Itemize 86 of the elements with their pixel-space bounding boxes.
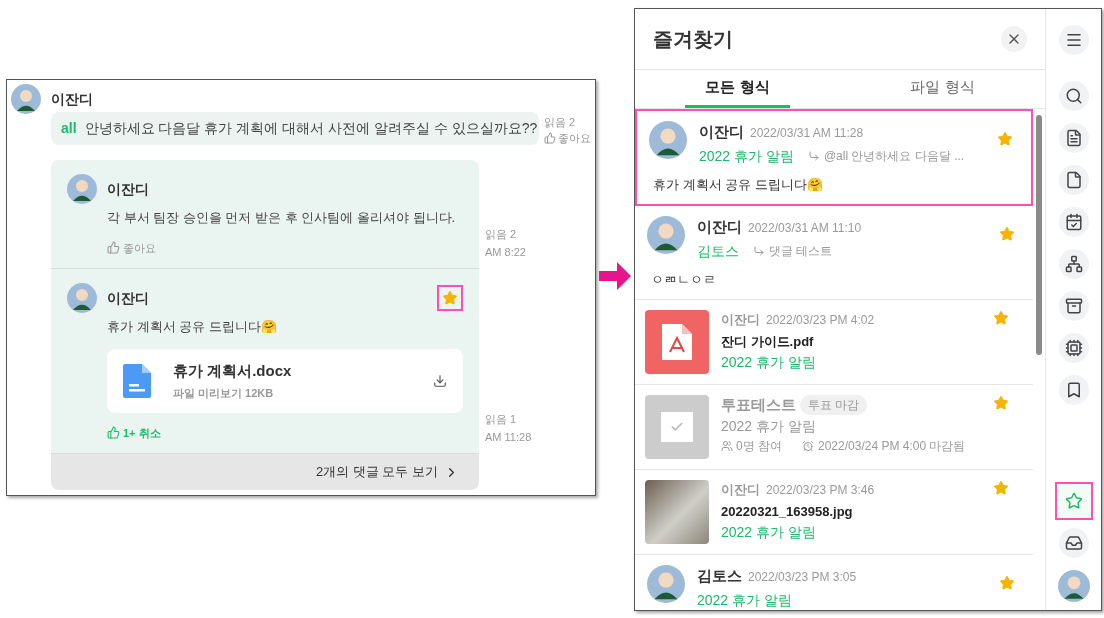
avatar-icon bbox=[647, 565, 685, 603]
star-icon[interactable] bbox=[993, 480, 1009, 496]
topic-name: 김토스 bbox=[697, 241, 739, 261]
scrollbar[interactable] bbox=[1036, 115, 1042, 355]
people-icon bbox=[721, 440, 733, 452]
reply-arrow-icon bbox=[753, 245, 765, 257]
comment-text: 휴가 계획서 공유 드립니다🤗 bbox=[107, 318, 278, 336]
quoted-text: @all 안녕하세요 다음달 ... bbox=[823, 148, 965, 165]
download-icon[interactable] bbox=[433, 373, 447, 388]
reply-arrow-icon bbox=[807, 150, 820, 162]
author-name: 이잔디 bbox=[697, 217, 742, 237]
thumbs-up-icon bbox=[107, 241, 120, 255]
timestamp: AM 11:28 bbox=[485, 430, 532, 445]
avatar-icon bbox=[11, 84, 41, 114]
favorite-message[interactable]: 이잔디 2022/03/31 AM 11:10 김토스 댓글 테스트 ㅇㄻㄴㅇㄹ bbox=[635, 206, 1033, 300]
timestamp: 2022/03/31 AM 11:10 bbox=[748, 220, 862, 237]
document-icon bbox=[123, 363, 151, 398]
avatar-icon bbox=[67, 174, 97, 204]
chip-icon[interactable] bbox=[1058, 333, 1089, 363]
pdf-thumbnail bbox=[645, 310, 709, 374]
bookmark-icon[interactable] bbox=[1058, 375, 1089, 405]
timestamp: 2022/03/23 PM 3:46 bbox=[766, 482, 875, 499]
tray-icon[interactable] bbox=[1058, 528, 1089, 558]
participant-count: 0명 참여 bbox=[736, 438, 782, 455]
favorite-message[interactable]: 이잔디 2022/03/31 AM 11:28 2022 휴가 알림 @all 안녕하세요 다음달 ... 휴가 계획서 공유 드립니다🤗 bbox=[635, 109, 1033, 206]
comment-text: 각 부서 팀장 승인을 먼저 받은 후 인사팀에 올리셔야 됩니다. bbox=[107, 209, 457, 227]
avatar-icon bbox=[647, 216, 685, 254]
author-name: 이잔디 bbox=[721, 481, 760, 499]
thumbs-up-icon bbox=[107, 426, 120, 440]
topic-name: 2022 휴가 알림 bbox=[699, 146, 794, 166]
star-icon[interactable] bbox=[997, 131, 1013, 147]
file-name: 휴가 계획서.docx bbox=[173, 361, 293, 381]
timestamp: AM 8:22 bbox=[485, 245, 526, 260]
author-name: 이잔디 bbox=[721, 311, 760, 329]
photo-placeholder bbox=[645, 480, 709, 544]
calendar-icon[interactable] bbox=[1058, 207, 1089, 237]
author-name: 이잔디 bbox=[51, 89, 93, 109]
topic-name: 2022 휴가 알림 bbox=[721, 417, 817, 436]
deadline: 2022/03/24 PM 4:00 마감됨 bbox=[818, 438, 966, 455]
pointer-arrow bbox=[599, 262, 631, 290]
message-text: 안녕하세요 다음달 휴가 계획에 대해서 사전에 알려주실 수 있으실까요?? bbox=[84, 119, 538, 138]
file-meta: 파일 미리보기 12KB bbox=[173, 385, 275, 401]
star-icon[interactable] bbox=[999, 226, 1015, 242]
favorite-message[interactable]: 김토스 2022/03/23 PM 3:05 2022 휴가 알림 bbox=[635, 555, 1033, 610]
quoted-text: 댓글 테스트 bbox=[769, 243, 833, 260]
file-icon[interactable] bbox=[1058, 165, 1089, 195]
search-icon[interactable] bbox=[1058, 81, 1089, 111]
star-icon[interactable] bbox=[993, 395, 1009, 411]
tab[interactable]: 파일 형식 bbox=[890, 70, 995, 108]
star-icon[interactable] bbox=[993, 310, 1009, 326]
avatar-icon bbox=[1057, 570, 1090, 602]
alarm-clock-icon bbox=[802, 440, 814, 452]
read-count: 읽음 1 bbox=[485, 412, 518, 427]
thumbs-up-icon bbox=[544, 132, 556, 144]
file-name: 20220321_163958.jpg bbox=[721, 503, 854, 521]
poll-thumbnail bbox=[645, 395, 709, 459]
timestamp: 2022/03/31 AM 11:28 bbox=[750, 125, 864, 142]
message-text: 휴가 계획서 공유 드립니다🤗 bbox=[652, 175, 824, 194]
author-name: 이잔디 bbox=[699, 122, 744, 142]
menu-icon[interactable] bbox=[1058, 25, 1089, 55]
timestamp: 2022/03/23 PM 4:02 bbox=[766, 312, 875, 329]
topic-name: 2022 휴가 알림 bbox=[721, 523, 817, 542]
note-icon[interactable] bbox=[1058, 123, 1089, 153]
file-name: 잔디 가이드.pdf bbox=[721, 333, 815, 351]
topic-name: 2022 휴가 알림 bbox=[697, 590, 792, 610]
drawer-icon[interactable] bbox=[1058, 291, 1089, 321]
avatar-icon bbox=[649, 121, 687, 159]
mention-tag: all bbox=[61, 118, 77, 139]
star-icon[interactable] bbox=[442, 290, 458, 306]
tab[interactable]: 모든 형식 bbox=[685, 70, 790, 108]
read-count: 읽음 2 bbox=[544, 115, 577, 130]
avatar-icon bbox=[67, 283, 97, 313]
panel-title: 즐겨찾기 bbox=[653, 27, 733, 52]
network-icon[interactable] bbox=[1058, 249, 1089, 279]
read-count: 읽음 2 bbox=[485, 227, 518, 242]
view-all-comments-button[interactable]: 2개의 댓글 모두 보기 bbox=[51, 454, 479, 490]
author-name: 김토스 bbox=[697, 566, 742, 586]
star-icon[interactable] bbox=[999, 575, 1015, 591]
topic-name: 2022 휴가 알림 bbox=[721, 353, 817, 372]
message-text: ㅇㄻㄴㅇㄹ bbox=[650, 270, 717, 289]
author-name: 이잔디 bbox=[107, 179, 149, 199]
timestamp: 2022/03/23 PM 3:05 bbox=[748, 569, 857, 586]
status-badge: 투표 마감 bbox=[800, 395, 868, 415]
author-name: 이잔디 bbox=[107, 288, 149, 308]
close-button[interactable] bbox=[1001, 26, 1027, 52]
poll-title: 투표테스트 bbox=[721, 395, 796, 415]
